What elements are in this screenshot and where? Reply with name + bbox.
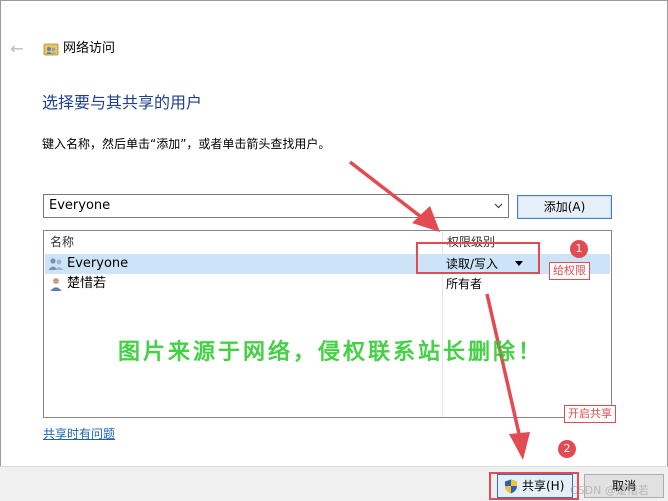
back-arrow-icon: ← (10, 39, 24, 58)
user-combobox-value[interactable]: Everyone (49, 198, 110, 214)
user-name: Everyone (67, 256, 129, 271)
annotation-step-1: 1 (570, 240, 588, 258)
csdn-watermark: CSDN @楚惜若 (570, 484, 649, 497)
help-link[interactable]: 共享时有问题 (43, 426, 115, 442)
watermark-text: 图片来源于网络，侵权联系站长删除！ (118, 340, 544, 365)
user-name: 楚惜若 (67, 276, 107, 291)
annotation-label-permission: 给权限 (549, 262, 590, 280)
instruction-text: 键入名称，然后单击“添加”，或者单击箭头查找用户。 (42, 137, 331, 151)
annotation-step-2: 2 (558, 440, 576, 458)
network-users-icon (43, 43, 59, 56)
back-button[interactable]: ← (8, 40, 26, 58)
column-header-name[interactable]: 名称 (50, 234, 74, 250)
list-row-owner[interactable]: 楚惜若 所有者 (45, 274, 610, 294)
chevron-down-icon[interactable] (494, 201, 503, 210)
group-users-icon (48, 258, 64, 270)
permission-level: 所有者 (446, 277, 483, 291)
page-heading: 选择要与其共享的用户 (42, 93, 203, 112)
annotation-box-permission (416, 242, 540, 274)
wizard-title: 网络访问 (63, 41, 116, 56)
annotation-label-share: 开启共享 (564, 405, 616, 423)
user-icon (50, 278, 62, 291)
add-button[interactable]: 添加(A) (517, 195, 612, 219)
annotation-box-share (489, 472, 579, 500)
user-combobox[interactable]: Everyone (43, 194, 509, 218)
